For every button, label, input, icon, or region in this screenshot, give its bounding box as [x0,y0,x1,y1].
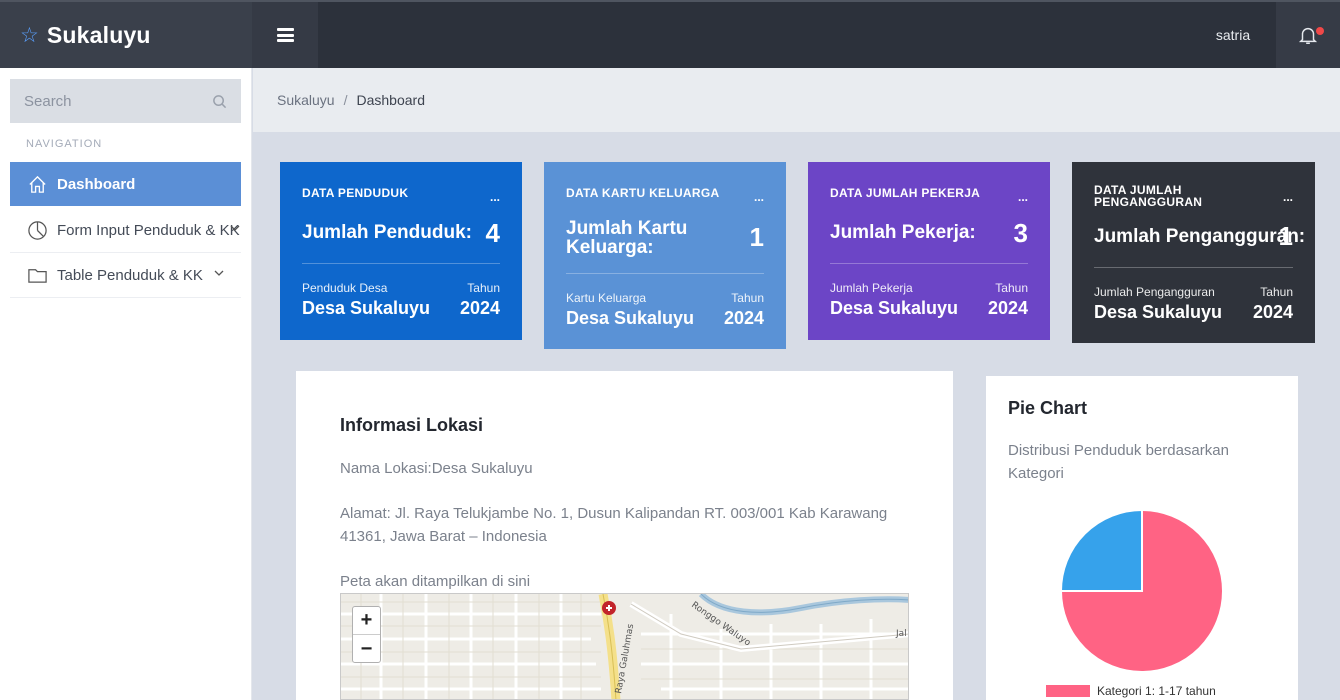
star-icon: ☆ [20,23,39,47]
legend-label: Kategori 1: 1-17 tahun [1097,684,1216,698]
card-label: Jumlah Penduduk: [302,222,472,243]
location-info-panel: Informasi Lokasi Nama Lokasi:Desa Sukalu… [296,371,953,700]
card-divider [1094,267,1293,268]
location-address: Alamat: Jl. Raya Telukjambe No. 1, Dusun… [340,505,888,545]
breadcrumb: Sukaluyu / Dashboard [253,68,1340,132]
card-value: 4 [485,218,500,248]
map-caption: Peta akan ditampilkan di sini [340,573,531,590]
card-sub-left: Kartu Keluarga [566,291,647,305]
map-zoom-control: + − [352,606,381,663]
search-icon[interactable] [212,94,227,109]
card-value: 3 [1013,218,1028,248]
brand-name: Sukaluyu [46,21,151,48]
brand[interactable]: ☆ Sukaluyu [0,2,252,68]
location-name: Nama Lokasi:Desa Sukaluyu [340,460,533,477]
card-big-left: Desa Sukaluyu [1094,302,1223,322]
legend-swatch [1046,685,1090,697]
sidebar-item-label: Form Input Penduduk & KK [57,221,240,239]
notification-button[interactable] [1276,2,1340,68]
card-sub-left: Jumlah Pekerja [830,281,913,295]
panel-title: Pie Chart [1008,398,1088,418]
chevron-down-icon [214,270,224,276]
card-divider [302,263,500,264]
card-big-left: Desa Sukaluyu [566,308,695,328]
card-label: Jumlah Pengangguran: [1094,226,1306,247]
card-big-right: 2024 [459,298,500,318]
card-menu-button[interactable]: ... [1018,190,1028,204]
card-label: Jumlah Kartu Keluarga: [566,218,688,258]
pie-chart-panel: Pie Chart Distribusi Penduduk berdasarka… [986,376,1298,700]
card-menu-button[interactable]: ... [754,190,764,204]
chevron-down-icon [230,225,240,231]
pie-icon [26,219,48,241]
pie-slice-2[interactable] [1059,508,1143,592]
folder-icon [26,264,48,286]
top-bar: ☆ Sukaluyu satria [0,0,1340,68]
sidebar-item-label: Table Penduduk & KK [57,266,203,284]
map-tiles[interactable]: Raya Galuhmas Ronggo Waluyo Jal [341,594,909,700]
card-value: 1 [1278,221,1293,251]
card-divider [830,263,1028,264]
search-input[interactable]: Search [24,93,212,110]
card-title: DATA JUMLAH PENGANGGURAN [1094,183,1203,209]
card-label: Jumlah Pekerja: [830,222,976,243]
card-big-left: Desa Sukaluyu [302,298,431,318]
map-label-road3: Jal [895,629,907,639]
card-big-right: 2024 [723,308,764,328]
card-title: DATA KARTU KELUARGA [566,186,720,200]
card-sub-right: Tahun [1260,285,1293,299]
card-sub-right: Tahun [467,281,500,295]
card-data-penduduk: DATA PENDUDUK ... Jumlah Penduduk: 4 Pen… [280,162,522,340]
pie-subtitle: Distribusi Penduduk berdasarkan Kategori [1008,442,1229,482]
card-sub-left: Penduduk Desa [302,281,388,295]
card-big-right: 2024 [1252,302,1293,322]
hamburger-icon [276,28,294,42]
card-title: DATA PENDUDUK [302,186,409,200]
notification-dot [1316,27,1324,35]
pie-chart[interactable] [1059,508,1225,674]
card-data-pekerja: DATA JUMLAH PEKERJA ... Jumlah Pekerja: … [808,162,1050,340]
card-data-kartu-keluarga: DATA KARTU KELUARGA ... Jumlah Kartu Kel… [544,162,786,349]
panel-title: Informasi Lokasi [340,415,484,435]
zoom-out-button[interactable]: − [353,635,380,663]
bell-icon [1298,27,1318,44]
breadcrumb-separator: / [343,92,348,108]
card-divider [566,273,764,274]
card-title: DATA JUMLAH PEKERJA [830,186,981,200]
map[interactable]: Raya Galuhmas Ronggo Waluyo Jal + − [340,593,909,700]
card-sub-right: Tahun [731,291,764,305]
pie-legend: Kategori 1: 1-17 tahun [1046,684,1216,698]
breadcrumb-current: Dashboard [356,92,425,108]
card-sub-left: Jumlah Pengangguran [1094,285,1215,299]
card-big-left: Desa Sukaluyu [830,298,959,318]
sidebar-item-table[interactable]: Table Penduduk & KK [10,253,241,298]
home-icon [26,173,48,195]
card-data-pengangguran: DATA JUMLAH PENGANGGURAN ... Jumlah Peng… [1072,162,1315,343]
sidebar-item-dashboard[interactable]: Dashboard [10,162,241,206]
card-big-right: 2024 [987,298,1028,318]
sidebar-item-label: Dashboard [57,175,136,193]
card-menu-button[interactable]: ... [1283,190,1293,204]
breadcrumb-root[interactable]: Sukaluyu [277,92,335,108]
menu-toggle-button[interactable] [252,2,318,68]
user-menu[interactable]: satria [1190,2,1276,68]
sidebar-item-form-input[interactable]: Form Input Penduduk & KK [10,208,241,253]
card-sub-right: Tahun [995,281,1028,295]
nav-section-label: NAVIGATION [26,138,103,150]
sidebar: Search NAVIGATION Dashboard Form Input P… [0,68,252,700]
card-value: 1 [749,222,764,252]
zoom-in-button[interactable]: + [353,607,380,635]
search-box[interactable]: Search [10,79,241,123]
card-menu-button[interactable]: ... [490,190,500,204]
